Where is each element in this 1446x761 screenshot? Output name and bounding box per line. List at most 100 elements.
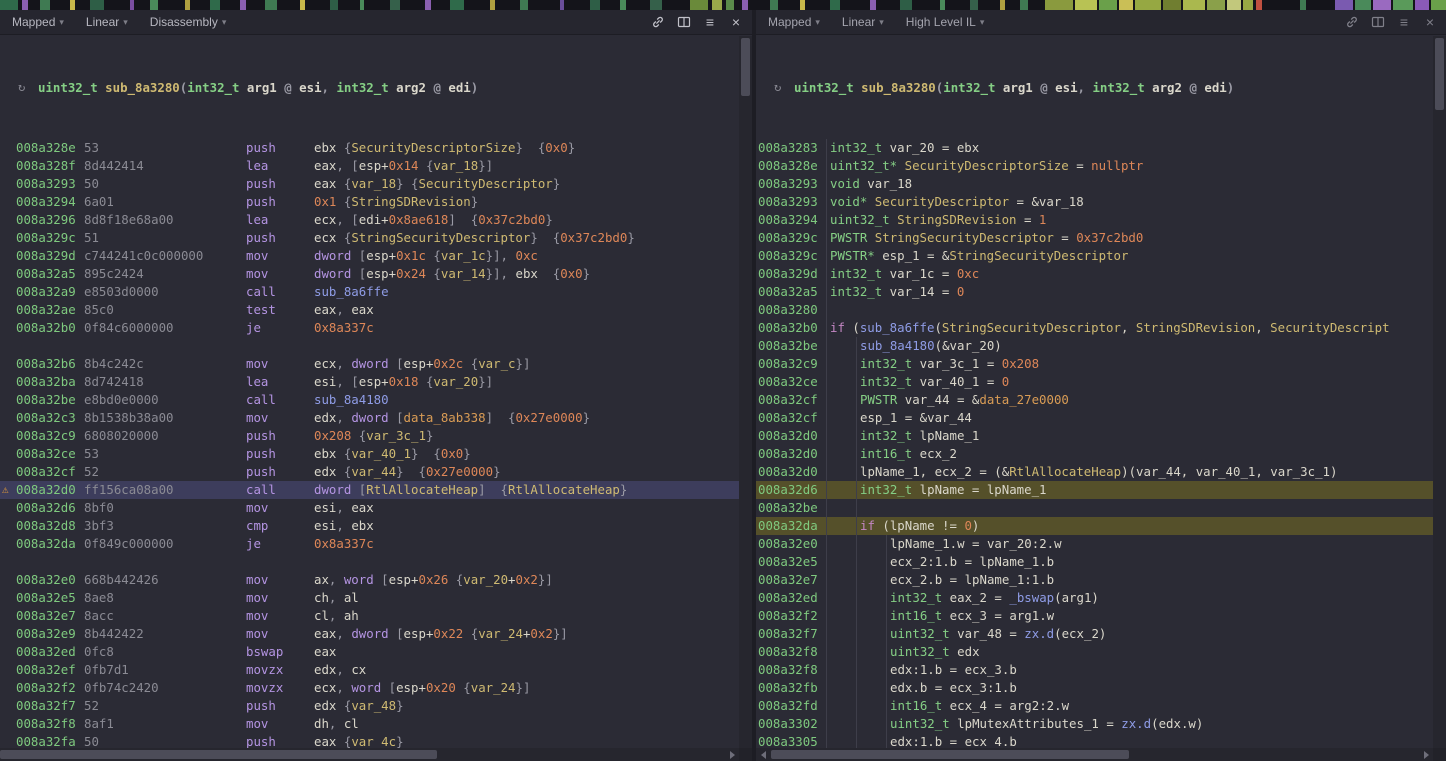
hlil-row[interactable]: 008a329cPWSTR* esp_1 = &StringSecurityDe…	[756, 247, 1433, 265]
function-signature[interactable]: ↻ uint32_t sub_8a3280(int32_t arg1 @ esi…	[0, 78, 739, 97]
disasm-row[interactable]: 008a32f752pushedx {var_48}	[0, 697, 739, 715]
disasm-row[interactable]: 008a32968d8f18e68a00leaecx, [edi+0x8ae61…	[0, 211, 739, 229]
close-icon[interactable]: ×	[728, 14, 744, 30]
disasm-row[interactable]	[0, 337, 739, 355]
disasm-row[interactable]: 008a329350pusheax {var_18} {SecurityDesc…	[0, 175, 739, 193]
linear-dropdown[interactable]: Linear ▾	[86, 15, 128, 29]
disasm-row[interactable]: ⚠008a32d0ff156ca08a00calldword [RtlAlloc…	[0, 481, 739, 499]
hlil-row[interactable]: 008a32d0lpName_1, ecx_2 = (&RtlAllocateH…	[756, 463, 1433, 481]
hlil-row[interactable]: 008a328euint32_t* SecurityDescriptorSize…	[756, 157, 1433, 175]
hlil-row[interactable]: 008a32f7uint32_t var_48 = zx.d(ecx_2)	[756, 625, 1433, 643]
mapped-dropdown[interactable]: Mapped ▾	[12, 15, 64, 29]
disasm-row[interactable]: 008a32c38b1538b38a00movedx, dword [data_…	[0, 409, 739, 427]
hlil-row[interactable]: 008a32be	[756, 499, 1433, 517]
disasm-row[interactable]: 008a32f88af1movdh, cl	[0, 715, 739, 733]
function-signature[interactable]: ↻ uint32_t sub_8a3280(int32_t arg1 @ esi…	[756, 78, 1433, 97]
left-horizontal-scrollbar[interactable]	[0, 748, 739, 761]
hlil-row[interactable]: 008a32f8edx:1.b = ecx_3.b	[756, 661, 1433, 679]
hlil-code: int32_t var_1c = 0xc	[830, 266, 979, 281]
disasm-row[interactable]: 008a32fa50pusheax {var_4c}	[0, 733, 739, 748]
disasm-row[interactable]: 008a32da0f849c000000je0x8a337c	[0, 535, 739, 553]
disasm-row[interactable]: 008a32f20fb74c2420movzxecx, word [esp+0x…	[0, 679, 739, 697]
disasm-row[interactable]: 008a32b68b4c242cmovecx, dword [esp+0x2c …	[0, 355, 739, 373]
scroll-left-arrow[interactable]	[756, 748, 770, 761]
hlil-row[interactable]: 008a32besub_8a4180(&var_20)	[756, 337, 1433, 355]
hlil-row[interactable]: 008a32d0int16_t ecx_2	[756, 445, 1433, 463]
right-vertical-scroll-thumb[interactable]	[1435, 38, 1444, 110]
disasm-row[interactable]: 008a329c51pushecx {StringSecurityDescrip…	[0, 229, 739, 247]
disasm-row[interactable]: 008a32ce53pushebx {var_40_1} {0x0}	[0, 445, 739, 463]
hlil-row[interactable]: 008a32e5ecx_2:1.b = lpName_1.b	[756, 553, 1433, 571]
split-icon[interactable]	[676, 14, 692, 30]
hlil-row[interactable]: 008a32daif (lpName != 0)	[756, 517, 1433, 535]
scroll-right-arrow[interactable]	[725, 748, 739, 761]
hlil-row[interactable]: 008a32b0if (sub_8a6ffe(StringSecurityDes…	[756, 319, 1433, 337]
hlil-row[interactable]: 008a32ceint32_t var_40_1 = 0	[756, 373, 1433, 391]
disasm-row[interactable]: 008a32d68bf0movesi, eax	[0, 499, 739, 517]
hlil-row[interactable]: 008a3294uint32_t StringSDRevision = 1	[756, 211, 1433, 229]
link-icon[interactable]	[1344, 14, 1360, 30]
close-icon[interactable]: ×	[1422, 14, 1438, 30]
hlil-row[interactable]: 008a32edint32_t eax_2 = _bswap(arg1)	[756, 589, 1433, 607]
hlil-row[interactable]: 008a32f8uint32_t edx	[756, 643, 1433, 661]
hlil-row[interactable]: 008a3305edx:1.b = ecx_4.b	[756, 733, 1433, 748]
hlil-row[interactable]: 008a32d6int32_t lpName = lpName_1	[756, 481, 1433, 499]
hlil-row[interactable]: 008a32fbedx.b = ecx_3:1.b	[756, 679, 1433, 697]
disasm-row[interactable]: 008a328f8d442414leaeax, [esp+0x14 {var_1…	[0, 157, 739, 175]
split-icon[interactable]	[1370, 14, 1386, 30]
disasm-row[interactable]: 008a328e53pushebx {SecurityDescriptorSiz…	[0, 139, 739, 157]
disasm-row[interactable]: 008a32b00f84c6000000je0x8a337c	[0, 319, 739, 337]
hlil-row[interactable]: 008a32c9int32_t var_3c_1 = 0x208	[756, 355, 1433, 373]
hlil-row[interactable]: 008a32cfPWSTR var_44 = &data_27e0000	[756, 391, 1433, 409]
hlil-row[interactable]: 008a3293void* SecurityDescriptor = &var_…	[756, 193, 1433, 211]
hlil-row[interactable]: 008a32f2int16_t ecx_3 = arg1.w	[756, 607, 1433, 625]
hlil-row[interactable]: 008a329dint32_t var_1c = 0xc	[756, 265, 1433, 283]
disasm-row[interactable]: 008a32a9e8503d0000callsub_8a6ffe	[0, 283, 739, 301]
hlil-row[interactable]: 008a3283int32_t var_20 = ebx	[756, 139, 1433, 157]
hlil-row[interactable]: 008a32a5int32_t var_14 = 0	[756, 283, 1433, 301]
scroll-right-arrow[interactable]	[1419, 748, 1433, 761]
disasm-row[interactable]: 008a32ae85c0testeax, eax	[0, 301, 739, 319]
disasm-row[interactable]: 008a32e0668b442426movax, word [esp+0x26 …	[0, 571, 739, 589]
disasm-row[interactable]: 008a32ed0fc8bswapeax	[0, 643, 739, 661]
view-type-dropdown[interactable]: Disassembly ▾	[150, 15, 227, 29]
disasm-row[interactable]: 008a32946a01push0x1 {StringSDRevision}	[0, 193, 739, 211]
hlil-row[interactable]: 008a32d0int32_t lpName_1	[756, 427, 1433, 445]
right-horizontal-scroll-thumb[interactable]	[771, 750, 1129, 759]
hlil-row[interactable]: 008a3302uint32_t lpMutexAttributes_1 = z…	[756, 715, 1433, 733]
opcode-bytes: 8b442422	[84, 625, 246, 643]
linear-dropdown[interactable]: Linear ▾	[842, 15, 884, 29]
disasm-row[interactable]: 008a32bee8bd0e0000callsub_8a4180	[0, 391, 739, 409]
hlil-view[interactable]: ↻ uint32_t sub_8a3280(int32_t arg1 @ esi…	[756, 36, 1433, 748]
hlil-row[interactable]: 008a32e7ecx_2.b = lpName_1:1.b	[756, 571, 1433, 589]
menu-icon[interactable]: ≡	[1396, 14, 1412, 30]
disasm-row[interactable]: 008a32e98b442422moveax, dword [esp+0x22 …	[0, 625, 739, 643]
disasm-row[interactable]: 008a32ef0fb7d1movzxedx, cx	[0, 661, 739, 679]
hlil-row[interactable]: 008a3280	[756, 301, 1433, 319]
disasm-row[interactable]: 008a32cf52pushedx {var_44} {0x27e0000}	[0, 463, 739, 481]
hlil-row[interactable]: 008a32fdint16_t ecx_4 = arg2:2.w	[756, 697, 1433, 715]
disasm-row[interactable]: 008a32ba8d742418leaesi, [esp+0x18 {var_2…	[0, 373, 739, 391]
right-vertical-scrollbar[interactable]	[1433, 36, 1446, 748]
disassembly-view[interactable]: ↻ uint32_t sub_8a3280(int32_t arg1 @ esi…	[0, 36, 739, 748]
hlil-row[interactable]: 008a3293void var_18	[756, 175, 1433, 193]
mapped-dropdown[interactable]: Mapped ▾	[768, 15, 820, 29]
disasm-row[interactable]: 008a32c96808020000push0x208 {var_3c_1}	[0, 427, 739, 445]
disasm-row[interactable]: 008a32e58ae8movch, al	[0, 589, 739, 607]
menu-icon[interactable]: ≡	[702, 14, 718, 30]
left-vertical-scrollbar[interactable]	[739, 36, 752, 748]
disasm-row[interactable]: 008a32a5895c2424movdword [esp+0x24 {var_…	[0, 265, 739, 283]
disasm-row[interactable]: 008a329dc744241c0c000000movdword [esp+0x…	[0, 247, 739, 265]
left-vertical-scroll-thumb[interactable]	[741, 38, 750, 96]
view-type-dropdown[interactable]: High Level IL ▾	[906, 15, 985, 29]
disasm-row[interactable]	[0, 553, 739, 571]
hlil-row[interactable]: 008a329cPWSTR StringSecurityDescriptor =…	[756, 229, 1433, 247]
right-horizontal-scrollbar[interactable]	[756, 748, 1433, 761]
left-horizontal-scroll-thumb[interactable]	[0, 750, 437, 759]
link-icon[interactable]	[650, 14, 666, 30]
disasm-row[interactable]: 008a32d83bf3cmpesi, ebx	[0, 517, 739, 535]
hlil-row[interactable]: 008a32e0lpName_1.w = var_20:2.w	[756, 535, 1433, 553]
disasm-row[interactable]: 008a32e78accmovcl, ah	[0, 607, 739, 625]
feature-map[interactable]	[0, 0, 1446, 10]
hlil-row[interactable]: 008a32cfesp_1 = &var_44	[756, 409, 1433, 427]
